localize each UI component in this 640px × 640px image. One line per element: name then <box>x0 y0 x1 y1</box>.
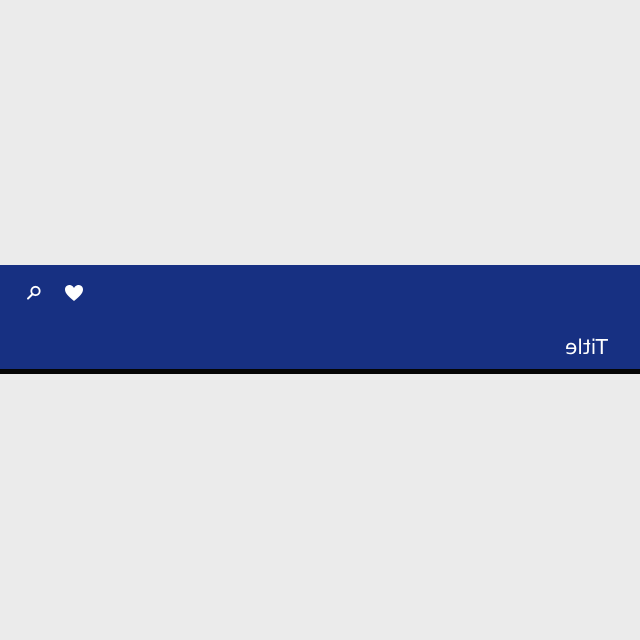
search-button[interactable] <box>14 273 54 313</box>
favorite-button[interactable] <box>54 273 94 313</box>
app-bar-title: Title <box>565 335 608 359</box>
page-background: Title <box>0 0 640 640</box>
heart-icon <box>64 284 84 302</box>
app-bar: Title <box>0 265 640 374</box>
search-icon <box>25 284 43 302</box>
